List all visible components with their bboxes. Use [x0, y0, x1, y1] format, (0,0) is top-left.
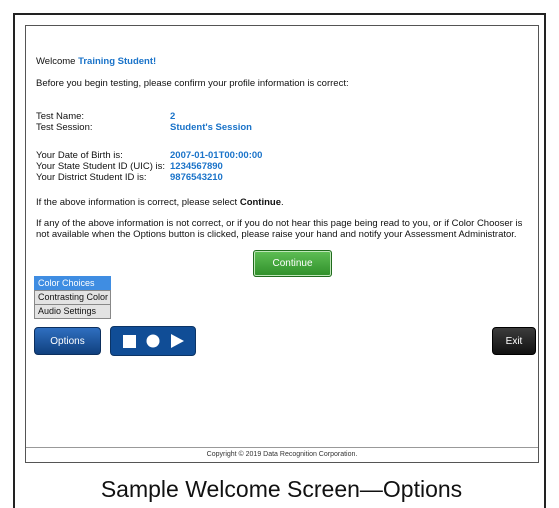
district-id-value: 9876543210: [170, 172, 223, 183]
test-info: Test Name: 2 Test Session: Student's Sessi…: [36, 111, 252, 133]
confirm-suffix: .: [281, 197, 284, 208]
copyright-text: Copyright © 2019 Data Recognition Corpor…: [206, 451, 358, 458]
test-session-label: Test Session:: [36, 122, 93, 133]
figure-frame: Welcome Training Student! Before you beg…: [13, 13, 546, 508]
stop-icon[interactable]: [120, 332, 138, 350]
welcome-line: Welcome Training Student!: [36, 56, 156, 67]
play-icon[interactable]: [168, 332, 186, 350]
audio-controls: [110, 326, 196, 356]
confirm-prefix: If the above information is correct, ple…: [36, 197, 240, 208]
options-menu: Color Choices Contrasting Color Audio Se…: [34, 276, 111, 319]
menu-item-color-choices[interactable]: Color Choices: [34, 276, 111, 291]
exit-button[interactable]: Exit: [492, 327, 536, 355]
notice-text: If any of the above information is not c…: [36, 218, 523, 240]
intro-text: Before you begin testing, please confirm…: [36, 78, 349, 89]
record-icon[interactable]: [144, 332, 162, 350]
welcome-prefix: Welcome: [36, 56, 79, 67]
menu-item-audio-settings[interactable]: Audio Settings: [34, 304, 111, 319]
state-id-label: Your State Student ID (UIC) is:: [36, 161, 166, 172]
confirm-bold: Continue: [239, 197, 281, 208]
figure-caption: Sample Welcome Screen—Options: [100, 476, 463, 502]
dob-value: 2007-01-01T00:00:00: [170, 150, 263, 161]
test-name-value: 2: [170, 111, 176, 122]
state-id-value: 1234567890: [170, 161, 223, 172]
menu-item-contrasting-color[interactable]: Contrasting Color: [34, 290, 111, 305]
confirm-text: If the above information is correct, ple…: [36, 197, 284, 208]
district-id-label: Your District Student ID is:: [36, 172, 147, 183]
dob-label: Your Date of Birth is:: [36, 150, 123, 161]
continue-button[interactable]: Continue: [253, 250, 332, 277]
options-button[interactable]: Options: [34, 327, 101, 355]
footer-divider: [26, 447, 538, 448]
student-name: Training Student!: [78, 56, 157, 67]
test-session-value: Student's Session: [170, 122, 252, 133]
test-name-label: Test Name:: [36, 111, 85, 122]
welcome-screen: Welcome Training Student! Before you beg…: [25, 25, 539, 463]
profile-info: Your Date of Birth is: 2007-01-01T00:00:0…: [36, 150, 262, 183]
